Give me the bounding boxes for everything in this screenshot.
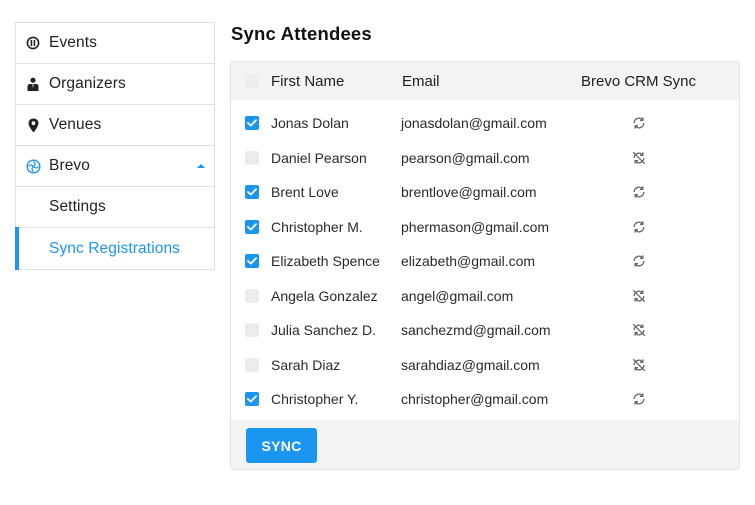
row-checkbox[interactable] [245,185,259,200]
checkbox-box [245,254,259,269]
sidebar-item-sync-registrations[interactable]: Sync Registrations [15,227,214,270]
attendee-first-name: Julia Sanchez D. [271,322,377,339]
attendee-email: christopher@gmail.com [401,391,549,408]
sidebar: Events Organizers Venues Brevo Settings … [15,22,215,270]
chevron-up-icon[interactable] [197,164,205,168]
checkbox-box [245,185,259,200]
table-row: Christopher Y. christopher@gmail.com [231,382,739,417]
table-row: Elizabeth Spence elizabeth@gmail.com [231,244,739,279]
attendee-email: phermason@gmail.com [401,218,550,235]
sync-icon [631,184,647,200]
events-icon [25,35,41,51]
row-checkbox[interactable] [245,219,259,234]
checkbox-box [245,357,259,372]
sidebar-item-organizers[interactable]: Organizers [16,64,214,105]
table-row: Daniel Pearson pearson@gmail.com [231,141,739,176]
attendee-first-name: Elizabeth Spence [271,253,380,270]
row-checkbox[interactable] [245,392,259,407]
attendee-email: pearson@gmail.com [401,149,530,166]
sidebar-item-label: Venues [49,116,102,133]
checkbox-box [245,74,259,88]
attendee-email: sarahdiaz@gmail.com [401,356,540,373]
sync-icon [631,115,647,131]
row-checkbox[interactable] [245,288,259,303]
attendee-email: brentlove@gmail.com [401,184,537,201]
sync-disabled-icon [631,150,647,166]
checkbox-box [245,392,259,407]
select-all-checkbox[interactable] [245,74,259,88]
column-header-brevo-crm-sync[interactable]: Brevo CRM Sync [581,73,696,90]
sync-icon [631,391,647,407]
table-row: Sarah Diaz sarahdiaz@gmail.com [231,348,739,383]
attendee-email: elizabeth@gmail.com [401,253,536,270]
attendee-first-name: Angela Gonzalez [271,287,378,304]
attendee-email: angel@gmail.com [401,287,514,304]
organizer-person-icon [25,76,41,92]
table-row: Brent Love brentlove@gmail.com [231,175,739,210]
sidebar-item-label: Sync Registrations [49,239,181,257]
sync-disabled-icon [631,357,647,373]
attendee-first-name: Daniel Pearson [271,149,367,166]
table-row: Angela Gonzalez angel@gmail.com [231,279,739,314]
attendee-first-name: Sarah Diaz [271,356,341,373]
column-header-email[interactable]: Email [402,73,440,90]
row-checkbox[interactable] [245,116,259,131]
brevo-logo-icon [25,158,41,174]
table-row: Jonas Dolan jonasdolan@gmail.com [231,106,739,141]
sidebar-item-settings[interactable]: Settings [16,187,214,228]
checkbox-box [245,288,259,303]
sync-disabled-icon [631,288,647,304]
sidebar-item-label: Events [49,34,97,51]
row-checkbox[interactable] [245,323,259,338]
attendee-first-name: Brent Love [271,184,339,201]
sidebar-item-events[interactable]: Events [16,23,214,64]
checkbox-box [245,116,259,131]
sync-icon [631,253,647,269]
sync-icon [631,219,647,235]
table-footer: SYNC [231,420,739,469]
attendee-email: sanchezmd@gmail.com [401,322,551,339]
row-checkbox[interactable] [245,254,259,269]
sync-button[interactable]: SYNC [246,428,317,463]
table-row: Christopher M. phermason@gmail.com [231,210,739,245]
sync-disabled-icon [631,322,647,338]
table-header: First Name Email Brevo CRM Sync [231,62,739,100]
page-title: Sync Attendees [231,23,372,44]
row-checkbox[interactable] [245,150,259,165]
table-row: Julia Sanchez D. sanchezmd@gmail.com [231,313,739,348]
attendee-email: jonasdolan@gmail.com [401,115,547,132]
sidebar-item-brevo[interactable]: Brevo [16,146,214,187]
column-header-first-name[interactable]: First Name [271,73,344,90]
checkbox-box [245,150,259,165]
table-body: Jonas Dolan jonasdolan@gmail.com Daniel Pe… [231,100,739,420]
attendee-first-name: Jonas Dolan [271,115,349,132]
row-checkbox[interactable] [245,357,259,372]
checkbox-box [245,323,259,338]
sidebar-item-label: Settings [49,198,106,215]
checkbox-box [245,219,259,234]
sidebar-item-venues[interactable]: Venues [16,105,214,146]
map-pin-icon [25,117,41,133]
attendees-panel: First Name Email Brevo CRM Sync Jonas Do… [230,61,740,470]
sidebar-item-label: Brevo [49,157,90,174]
attendee-first-name: Christopher M. [271,218,363,235]
sidebar-item-label: Organizers [49,75,126,92]
attendee-first-name: Christopher Y. [271,391,359,408]
